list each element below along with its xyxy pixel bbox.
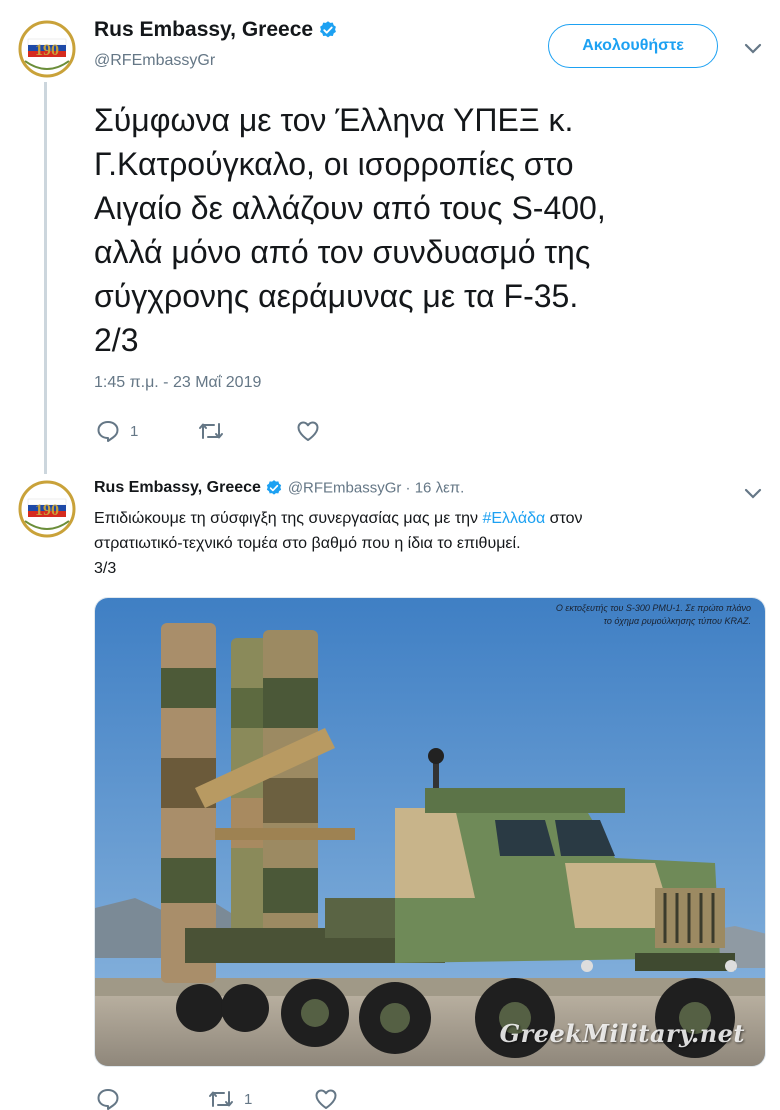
- tweet-media-image[interactable]: Ο εκτοξευτής του S-300 PMU-1. Σε πρώτο π…: [94, 597, 766, 1067]
- reply-button[interactable]: 1: [96, 420, 138, 442]
- avatar-badge-text: 190: [35, 42, 59, 59]
- media-caption: Ο εκτοξευτής του S-300 PMU-1. Σε πρώτο π…: [556, 602, 751, 628]
- reply-text-line: Επιδιώκουμε τη σύσφιγξη της συνεργασίας …: [94, 506, 694, 531]
- follow-button[interactable]: Ακολουθήστε: [548, 24, 718, 68]
- tweet-text-line: Γ.Κατρούγκαλο, οι ισορροπίες στο: [94, 146, 574, 182]
- tweet-timestamp[interactable]: 1:45 π.μ. - 23 Μαΐ 2019: [94, 374, 261, 392]
- reply-text-line: 3/3: [94, 560, 117, 577]
- tweet-text-line: 2/3: [94, 322, 139, 358]
- reply-button[interactable]: [96, 1088, 130, 1110]
- chevron-down-icon[interactable]: [744, 487, 762, 499]
- thread-connector: [44, 82, 47, 474]
- author-name[interactable]: Rus Embassy, Greece: [94, 479, 261, 496]
- tweet-text-line: αλλά μόνο από τον συνδυασμό της: [94, 234, 591, 270]
- avatar[interactable]: 190: [15, 17, 79, 81]
- reply-text-line: στρατιωτικό-τεχνικό τομέα στο βαθμό που …: [94, 535, 521, 552]
- heart-icon: [315, 1089, 337, 1109]
- retweet-icon: [209, 1091, 233, 1107]
- media-caption-line: Ο εκτοξευτής του S-300 PMU-1. Σε πρώτο π…: [555, 603, 751, 613]
- reply-tweet-header: Rus Embassy, Greece @RFEmbassyGr · 16 λε…: [94, 479, 464, 497]
- verified-badge-icon: [318, 20, 338, 40]
- avatar-badge-text: 190: [35, 502, 59, 519]
- heart-icon: [297, 421, 319, 441]
- reply-icon: [97, 421, 119, 442]
- tweet-text-line: σύγχρονης αεράμυνας με τα F-35.: [94, 278, 579, 314]
- tweet-text-line: Αιγαίο δε αλλάζουν από τους S-400,: [94, 190, 606, 226]
- reply-tweet-actions: 1: [96, 1088, 396, 1110]
- like-button[interactable]: [296, 420, 330, 442]
- media-caption-line: το όχημα ρυμούλκησης τύπου KRAZ.: [603, 616, 751, 626]
- avatar[interactable]: 190: [15, 477, 79, 541]
- tweet-header: Rus Embassy, Greece @RFEmbassyGr: [94, 18, 338, 70]
- author-handle[interactable]: @RFEmbassyGr: [94, 52, 338, 70]
- retweet-icon: [199, 423, 224, 439]
- tweet-text: Σύμφωνα με τον Έλληνα ΥΠΕΞ κ. Γ.Κατρούγκ…: [94, 98, 734, 362]
- chevron-down-icon[interactable]: [744, 42, 762, 54]
- author-handle-time[interactable]: @RFEmbassyGr · 16 λεπ.: [288, 480, 464, 497]
- like-button[interactable]: [314, 1088, 348, 1110]
- reply-text-after: στον: [545, 510, 583, 527]
- reply-icon: [97, 1089, 119, 1110]
- retweet-count: 1: [244, 1090, 253, 1108]
- military-vehicle-photo: [95, 598, 765, 1066]
- verified-badge-icon: [265, 479, 283, 497]
- tweet-text-line: Σύμφωνα με τον Έλληνα ΥΠΕΞ κ.: [94, 102, 574, 138]
- hashtag-link[interactable]: #Ελλάδα: [482, 510, 545, 527]
- tweet-actions: 1: [96, 420, 378, 442]
- retweet-button[interactable]: [198, 421, 234, 441]
- reply-count: 1: [130, 422, 139, 440]
- retweet-button[interactable]: 1: [208, 1089, 252, 1109]
- reply-tweet-text: Επιδιώκουμε τη σύσφιγξη της συνεργασίας …: [94, 506, 694, 581]
- reply-text-before: Επιδιώκουμε τη σύσφιγξη της συνεργασίας …: [94, 510, 483, 527]
- author-name[interactable]: Rus Embassy, Greece: [94, 18, 313, 42]
- media-watermark: GreekMilitary.net: [499, 1019, 745, 1048]
